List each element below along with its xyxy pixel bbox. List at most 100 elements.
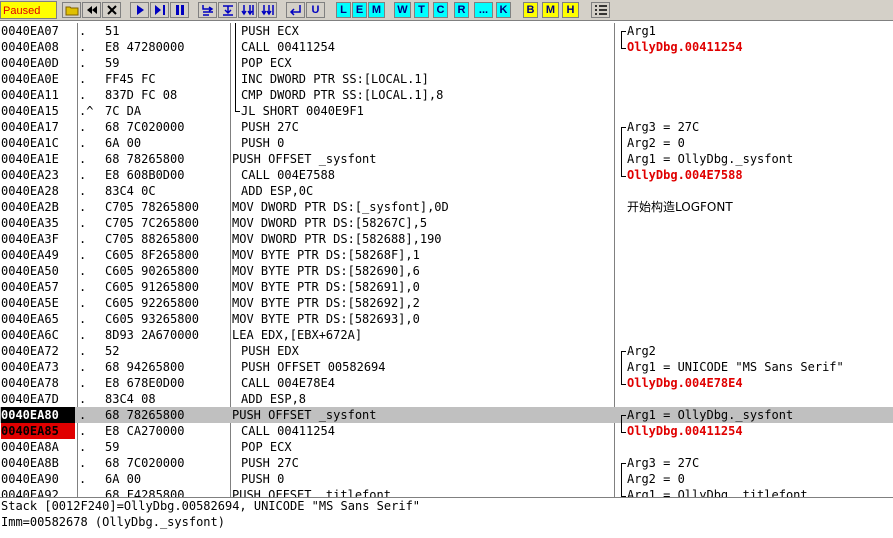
- disasm-row[interactable]: 0040EA0D. 59 POP ECX: [0, 55, 893, 71]
- disasm-row[interactable]: 0040EA1C. 6A 00 PUSH 0 Arg2 = 0: [0, 135, 893, 151]
- disasm-row[interactable]: 0040EA17. 68 7C020000 PUSH 27C Arg3 = 27C: [0, 119, 893, 135]
- list-icon[interactable]: [591, 2, 610, 18]
- disasm-row[interactable]: 0040EA72. 52 PUSH EDX Arg2: [0, 343, 893, 359]
- disasm-row[interactable]: 0040EA57. C605 91265800 MOV BYTE PTR DS:[5…: [0, 279, 893, 295]
- restart-icon[interactable]: [82, 2, 101, 18]
- disasm-row[interactable]: 0040EA7D. 83C4 08 ADD ESP,8: [0, 391, 893, 407]
- disassembly-text: PUSH OFFSET _titlefont: [232, 488, 391, 497]
- hex-bytes: C705 78265800: [105, 200, 199, 214]
- instruction-address: 0040EA57: [1, 280, 59, 294]
- disasm-row[interactable]: 0040EA80. 68 78265800 PUSH OFFSET _sysfont…: [0, 407, 893, 423]
- call-stack-button[interactable]: K: [496, 2, 511, 18]
- memory-window-button[interactable]: M: [368, 2, 385, 18]
- modules-window-button[interactable]: E: [352, 2, 367, 18]
- hex-bytes: 8D93 2A670000: [105, 328, 199, 342]
- argument-bracket: [621, 127, 626, 177]
- instruction-comment: 开始构造LOGFONT: [627, 200, 733, 214]
- hex-bytes: 68 F4285800: [105, 488, 185, 497]
- step-over-icon[interactable]: [218, 2, 237, 18]
- instruction-address: 0040EA11: [1, 88, 59, 102]
- execute-till-return-icon[interactable]: [286, 2, 305, 18]
- jump-marker: .: [79, 280, 87, 294]
- memory-breakpoints-button[interactable]: M: [542, 2, 559, 18]
- disassembly-text: LEA EDX,[EBX+672A]: [232, 328, 363, 342]
- instruction-address: 0040EA23: [1, 168, 59, 182]
- disasm-row[interactable]: 0040EA73. 68 94265800 PUSH OFFSET 00582694…: [0, 359, 893, 375]
- hex-bytes: E8 47280000: [105, 40, 185, 54]
- instruction-address: 0040EA28: [1, 184, 59, 198]
- instruction-address: 0040EA65: [1, 312, 59, 326]
- jump-marker: .: [79, 56, 87, 70]
- run-trace-button[interactable]: ...: [474, 2, 493, 18]
- cpu-window-button[interactable]: C: [433, 2, 448, 18]
- hex-bytes: 68 7C020000: [105, 120, 185, 134]
- jump-marker: .: [79, 328, 87, 342]
- disasm-row[interactable]: 0040EA49. C605 8F265800 MOV BYTE PTR DS:[5…: [0, 247, 893, 263]
- breakpoints-window-button[interactable]: B: [523, 2, 538, 18]
- instruction-comment: Arg1: [627, 24, 656, 38]
- hex-bytes: C605 92265800: [105, 296, 199, 310]
- jump-marker: .: [79, 344, 87, 358]
- instruction-comment: [627, 87, 893, 103]
- open-file-icon[interactable]: [62, 2, 81, 18]
- hex-bytes: C705 88265800: [105, 232, 199, 246]
- instruction-comment: [627, 103, 893, 119]
- disasm-row[interactable]: 0040EA07. 51 PUSH ECX Arg1: [0, 23, 893, 39]
- disasm-row[interactable]: 0040EA0E. FF45 FC INC DWORD PTR SS:[LOCAL.…: [0, 71, 893, 87]
- disasm-row[interactable]: 0040EA11. 837D FC 08 CMP DWORD PTR SS:[LOC…: [0, 87, 893, 103]
- instruction-address: 0040EA80: [1, 407, 75, 423]
- instruction-address: 0040EA85: [1, 423, 75, 439]
- instruction-comment: OllyDbg.00411254: [627, 424, 743, 438]
- disasm-row[interactable]: 0040EA35. C705 7C265800 MOV DWORD PTR DS:[…: [0, 215, 893, 231]
- instruction-address: 0040EA6C: [1, 328, 59, 342]
- threads-window-button[interactable]: T: [414, 2, 429, 18]
- disasm-row[interactable]: 0040EA6C. 8D93 2A670000 LEA EDX,[EBX+672A]: [0, 327, 893, 343]
- pause-icon[interactable]: [170, 2, 189, 18]
- hex-bytes: 68 94265800: [105, 360, 185, 374]
- disasm-row[interactable]: 0040EA2B. C705 78265800 MOV DWORD PTR DS:[…: [0, 199, 893, 215]
- hex-bytes: 68 7C020000: [105, 456, 185, 470]
- disassembly-text: PUSH 0: [241, 136, 285, 150]
- instruction-address: 0040EA0E: [1, 72, 59, 86]
- disasm-row[interactable]: 0040EA3F. C705 88265800 MOV DWORD PTR DS:[…: [0, 231, 893, 247]
- disassembly-text: JL SHORT 0040E9F1: [241, 104, 364, 118]
- disasm-row[interactable]: 0040EA8A. 59 POP ECX: [0, 439, 893, 455]
- close-icon[interactable]: [102, 2, 121, 18]
- disasm-row[interactable]: 0040EA23. E8 608B0D00 CALL 004E7588 OllyDbg…: [0, 167, 893, 183]
- jump-marker: .: [79, 264, 87, 278]
- jump-marker: .: [79, 312, 87, 326]
- instruction-address: 0040EA0D: [1, 56, 59, 70]
- jump-marker: .: [79, 232, 87, 246]
- disasm-row[interactable]: 0040EA15 .^ 7C DA JL SHORT 0040E9F1: [0, 103, 893, 119]
- disasm-row[interactable]: 0040EA50. C605 90265800 MOV BYTE PTR DS:[5…: [0, 263, 893, 279]
- run-thread-icon[interactable]: [150, 2, 169, 18]
- animate-over-icon[interactable]: [258, 2, 277, 18]
- disassembly-pane[interactable]: 0040EA07. 51 PUSH ECX Arg1 0040EA08. E8 47280…: [0, 23, 893, 497]
- disasm-row[interactable]: 0040EA1E. 68 78265800 PUSH OFFSET _sysfont…: [0, 151, 893, 167]
- disasm-row[interactable]: 0040EA90. 6A 00 PUSH 0 Arg2 = 0: [0, 471, 893, 487]
- disasm-row[interactable]: 0040EA28. 83C4 0C ADD ESP,0C: [0, 183, 893, 199]
- disasm-row[interactable]: 0040EA78. E8 678E0D00 CALL 004E78E4 OllyDbg…: [0, 375, 893, 391]
- windows-window-button[interactable]: W: [394, 2, 411, 18]
- animate-into-icon[interactable]: [238, 2, 257, 18]
- jump-marker: .: [79, 216, 87, 230]
- disasm-row[interactable]: 0040EA5E. C605 92265800 MOV BYTE PTR DS:[5…: [0, 295, 893, 311]
- instruction-comment: Arg3 = 27C: [627, 120, 700, 134]
- step-into-icon[interactable]: [198, 2, 217, 18]
- jump-marker: .: [79, 408, 87, 422]
- instruction-comment: [627, 311, 893, 327]
- hardware-breakpoints-button[interactable]: H: [562, 2, 579, 18]
- hex-bytes: C605 91265800: [105, 280, 199, 294]
- disasm-row[interactable]: 0040EA8B. 68 7C020000 PUSH 27C Arg3 = 27C: [0, 455, 893, 471]
- instruction-address: 0040EA2B: [1, 200, 59, 214]
- execute-till-user-button[interactable]: U: [306, 2, 325, 18]
- hex-bytes: C605 8F265800: [105, 248, 199, 262]
- disasm-row[interactable]: 0040EA92. 68 F4285800 PUSH OFFSET _titlefo…: [0, 487, 893, 497]
- disasm-row[interactable]: 0040EA65. C605 93265800 MOV BYTE PTR DS:[5…: [0, 311, 893, 327]
- disasm-row[interactable]: 0040EA85. E8 CA270000 CALL 00411254 OllyDbg…: [0, 423, 893, 439]
- run-icon[interactable]: [130, 2, 149, 18]
- log-window-button[interactable]: L: [336, 2, 351, 18]
- references-window-button[interactable]: R: [454, 2, 469, 18]
- instruction-address: 0040EA17: [1, 120, 59, 134]
- disasm-row[interactable]: 0040EA08. E8 47280000 CALL 00411254 OllyDbg…: [0, 39, 893, 55]
